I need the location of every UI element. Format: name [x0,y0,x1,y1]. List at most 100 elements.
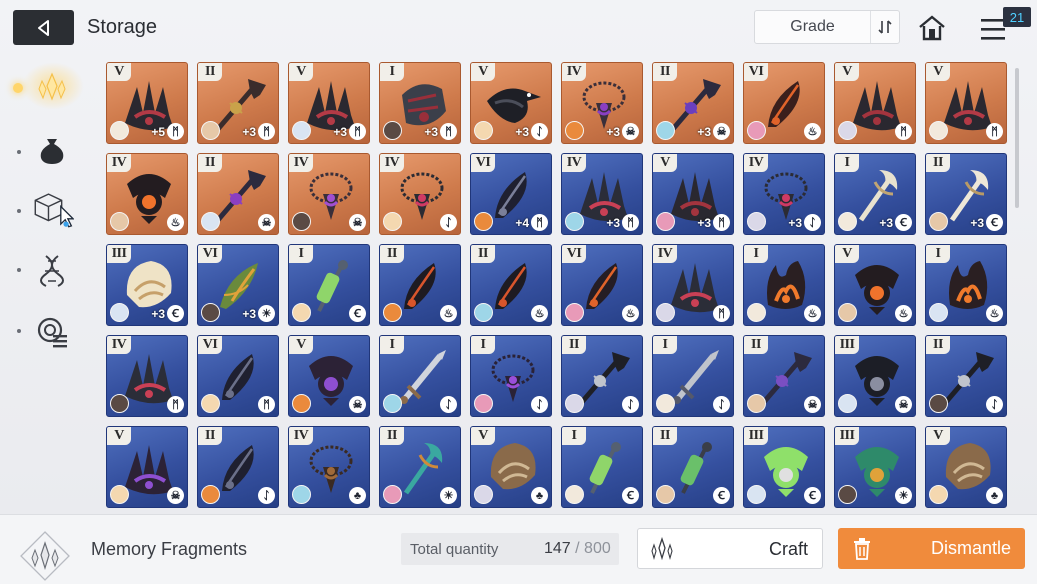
enhance-level: +3 [788,216,802,230]
fragment-slot[interactable]: III +3 Ꞓ [106,244,188,326]
fragment-slot[interactable]: IꞒ [288,244,370,326]
fragment-slot[interactable]: V ☠ [288,335,370,417]
tab-genes[interactable] [30,251,74,291]
fragment-slot[interactable]: VI ♨ [743,62,825,144]
element-type-icon: ᛗ [895,123,912,140]
equipped-character-avatar [474,121,493,140]
element-type-icon: ᛗ [349,123,366,140]
element-type-icon: ᛇ [440,214,457,231]
fragment-slot[interactable]: VI +4 ᛗ [470,153,552,235]
dna-icon [40,255,64,287]
fragment-slot[interactable]: V +3 ᛗ [652,153,734,235]
fragment-slot[interactable]: III ☀ [834,426,916,508]
element-type-icon: ☠ [167,487,184,504]
fragment-slot[interactable]: IV ᛗ [652,244,734,326]
fragment-slot[interactable]: II ♨ [470,244,552,326]
fragment-slot[interactable]: II +3 ☠ [652,62,734,144]
target-list-icon [37,317,67,348]
fragment-slot[interactable]: V ♣ [925,426,1007,508]
enhance-level: +4 [515,216,529,230]
equipped-character-avatar [110,121,129,140]
tab-materials[interactable] [30,130,74,170]
fragment-slot[interactable]: II ♨ [379,244,461,326]
fragment-slot[interactable]: Vᛗ [834,62,916,144]
fragment-slot[interactable]: V ♣ [470,426,552,508]
fragment-slot[interactable]: Vᛗ [925,62,1007,144]
craft-button[interactable]: Craft [637,528,823,569]
fragment-slot[interactable]: V ♨ [834,244,916,326]
notification-badge: 21 [1003,7,1031,27]
fragment-slot[interactable]: III ☠ [834,335,916,417]
fragment-slot[interactable]: II ᛇ [197,426,279,508]
fragment-slot[interactable]: II ☠ [197,153,279,235]
tab-items[interactable] [30,190,74,230]
equipped-character-avatar [838,485,857,504]
equipped-character-avatar [383,485,402,504]
element-type-icon: ☠ [804,396,821,413]
fragment-slot[interactable]: II +3 ᛗ [197,62,279,144]
equipped-character-avatar [929,394,948,413]
fragment-slot[interactable]: I +3 ᛗ [379,62,461,144]
sort-dropdown[interactable]: Grade [754,10,900,44]
element-type-icon: ᛗ [713,305,730,322]
fragment-slot[interactable]: IV +3 ᛇ [743,153,825,235]
memory-fragment-grid: V +5 ᛗ II +3 ᛗ V +3 ᛗ I +3 ᛗ V +3 ᛇ IV +3 ☠ II +3 ☠ VI ♨ V ᛗ V ᛗ IV… [106,62,1008,508]
tab-tickets[interactable] [30,312,74,352]
fragment-slot[interactable]: II ᛇ [925,335,1007,417]
equipped-character-avatar [201,303,220,322]
fragment-slot[interactable]: VI +3 ☀ [197,244,279,326]
fragment-slot[interactable]: IV ♣ [288,426,370,508]
back-button[interactable] [13,10,74,45]
element-type-icon: ᛗ [440,123,457,140]
fragment-slot[interactable]: IV ᛇ [379,153,461,235]
fragment-slot[interactable]: V +5 ᛗ [106,62,188,144]
enhance-level: +3 [424,125,438,139]
equipped-character-avatar [292,121,311,140]
equipped-character-avatar [565,394,584,413]
fragment-slot[interactable]: IV ♨ [106,153,188,235]
fragment-slot[interactable]: II +3 Ꞓ [925,153,1007,235]
element-type-icon: ♣ [531,487,548,504]
fragment-slot[interactable]: II ☠ [743,335,825,417]
pouch-icon [40,139,64,164]
dismantle-button[interactable]: Dismantle [838,528,1025,569]
fragment-slot[interactable]: IV ᛗ [106,335,188,417]
home-button[interactable] [914,11,950,45]
sort-label: Grade [790,18,835,35]
equipped-character-avatar [565,121,584,140]
fragment-slot[interactable]: II Ꞓ [652,426,734,508]
element-type-icon: ᛗ [986,123,1003,140]
sort-order-button[interactable] [870,11,899,43]
fragment-slot[interactable]: IV ☠ [288,153,370,235]
fragment-slot[interactable]: I +3 Ꞓ [834,153,916,235]
element-type-icon: ☠ [895,396,912,413]
fragment-slot[interactable]: IV +3 ᛗ [561,153,643,235]
fragment-slot[interactable]: Iᛇ [470,335,552,417]
fragment-slot[interactable]: V +3 ᛇ [470,62,552,144]
fragment-slot[interactable]: I ♨ [925,244,1007,326]
element-type-icon: ☀ [258,305,275,322]
fragment-slot[interactable]: Iᛇ [652,335,734,417]
fragment-slot[interactable]: VI ᛗ [197,335,279,417]
enhance-level: +3 [697,125,711,139]
fragment-slot[interactable]: V ☠ [106,426,188,508]
equipped-character-avatar [656,303,675,322]
equipped-character-avatar [201,394,220,413]
fragment-slot[interactable]: III Ꞓ [743,426,825,508]
scrollbar[interactable] [1015,68,1019,208]
enhance-level: +3 [151,307,165,321]
fragment-slot[interactable]: V +3 ᛗ [288,62,370,144]
fragment-slot[interactable]: VI ♨ [561,244,643,326]
fragment-slot[interactable]: II ☀ [379,426,461,508]
fragment-slot[interactable]: IV +3 ☠ [561,62,643,144]
element-type-icon: Ꞓ [986,214,1003,231]
category-name: Memory Fragments [91,539,248,559]
fragment-slot[interactable]: Iᛇ [379,335,461,417]
equipped-character-avatar [383,303,402,322]
equipped-character-avatar [201,121,220,140]
tab-memory-fragments[interactable] [30,67,74,107]
fragment-slot[interactable]: II ᛇ [561,335,643,417]
fragment-slot[interactable]: IꞒ [561,426,643,508]
fragment-slot[interactable]: I ♨ [743,244,825,326]
element-type-icon: ♨ [531,305,548,322]
